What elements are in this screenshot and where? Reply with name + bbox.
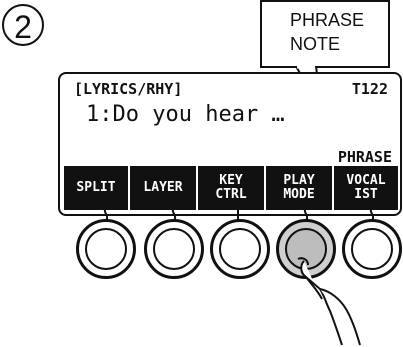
knob-connector-lines bbox=[103, 207, 375, 221]
lcd-mode-label: [LYRICS/RHY] bbox=[74, 80, 183, 98]
softkey-key-ctrl-line1: KEY bbox=[219, 173, 243, 188]
function-knob-1[interactable] bbox=[76, 219, 136, 279]
lcd-phrase-indicator: PHRASE bbox=[337, 148, 392, 166]
lcd-display: [LYRICS/RHY] T122 1:Do you hear … PHRASE… bbox=[58, 72, 402, 216]
softkey-vocalist-line2: IST bbox=[354, 187, 378, 202]
phrase-note-callout: PHRASE NOTE bbox=[260, 0, 390, 68]
callout-line-1: PHRASE bbox=[290, 10, 365, 30]
softkey-split: SPLIT bbox=[64, 166, 128, 210]
step-number-badge: 2 bbox=[2, 4, 44, 46]
softkey-layer-label: LAYER bbox=[143, 180, 183, 195]
softkey-split-label: SPLIT bbox=[76, 180, 116, 195]
softkey-play-mode: PLAY MODE bbox=[266, 166, 332, 210]
softkey-vocalist: VOCAL IST bbox=[334, 166, 398, 210]
lcd-tempo: T122 bbox=[351, 80, 388, 98]
function-knob-3[interactable] bbox=[210, 219, 270, 279]
function-knob-2[interactable] bbox=[144, 219, 204, 279]
softkey-bar: SPLIT LAYER KEY CTRL PLAY MODE VOCAL IST bbox=[64, 166, 398, 210]
softkey-layer: LAYER bbox=[130, 166, 196, 210]
pressing-hand-icon bbox=[297, 257, 361, 346]
callout-line-2: NOTE bbox=[290, 34, 341, 54]
lcd-lyric-line: 1:Do you hear … bbox=[86, 102, 285, 127]
softkey-play-mode-line2: MODE bbox=[283, 187, 315, 202]
softkey-key-ctrl-line2: CTRL bbox=[215, 187, 247, 202]
softkey-key-ctrl: KEY CTRL bbox=[198, 166, 264, 210]
softkey-play-mode-line1: PLAY bbox=[283, 173, 315, 188]
softkey-vocalist-line1: VOCAL bbox=[346, 173, 386, 188]
